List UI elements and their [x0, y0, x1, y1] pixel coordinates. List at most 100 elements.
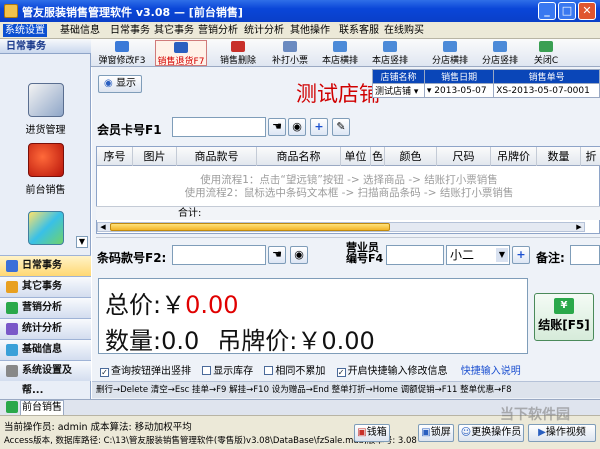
usage-hint-2: 使用流程2：鼠标选中条码文本框 -> 扫描商品条码 -> 结账打小票销售 [184, 187, 514, 199]
cash-drawer-button[interactable]: ▣钱箱 [354, 424, 390, 442]
minimize-button[interactable]: _ [538, 2, 556, 20]
store-vertical-button[interactable]: 本店竖排 [367, 40, 413, 66]
sales-date-field[interactable]: ▾ 2013-05-07 [423, 83, 495, 98]
scroll-down-icon[interactable]: ▼ [76, 236, 88, 248]
tab-icon [6, 401, 18, 413]
horizontal-scrollbar[interactable]: ◀ ▶ [97, 222, 585, 232]
nav-daily-affairs[interactable]: 日常事务 [0, 255, 91, 276]
store-icon [383, 41, 397, 52]
salesperson-label: 营业员 编号F4 [346, 241, 384, 265]
store-icon [333, 41, 347, 52]
totals-panel: 总价:￥0.00 数量:0.0 吊牌价:￥0.00 [98, 278, 528, 355]
add-icon[interactable]: + [310, 118, 328, 136]
show-button[interactable]: ◉ 显示 [98, 75, 142, 93]
reprint-receipt-button[interactable]: 补打小票 [267, 40, 313, 66]
store-name-header: 店铺名称 [372, 69, 425, 84]
menu-buy-online[interactable]: 在线购买 [382, 24, 426, 37]
menu-other-ops[interactable]: 其他操作 [288, 24, 332, 37]
scroll-thumb[interactable] [110, 223, 390, 231]
cash-icon: ¥ [554, 298, 574, 314]
option-no-accumulate[interactable]: 相同不累加 [264, 366, 325, 377]
checkbox-icon [264, 366, 274, 375]
operation-video-button[interactable]: ▶操作视频 [528, 424, 596, 442]
binoculars-icon: ◉ [104, 78, 116, 89]
shortcuts-bar: 删行→Delete 清空→Esc 挂单→F9 解挂→F10 设为赠品→End 整… [92, 381, 600, 398]
sales-no-header: 销售单号 [493, 69, 600, 84]
branch-horizontal-button[interactable]: 分店横排 [427, 40, 473, 66]
nav-other-affairs[interactable]: 其它事务 [0, 276, 91, 297]
boxes-icon [27, 211, 64, 245]
tag-price-value: ￥0.00 [297, 327, 375, 355]
video-icon: ▶ [538, 427, 546, 438]
menu-daily-affairs[interactable]: 日常事务 [108, 24, 152, 37]
options-row: 查询按钮弹出竖排 显示库存 相同不累加 开启快捷输入修改信息 快捷输入说明 [100, 362, 521, 377]
front-sales-label: 前台销售 [25, 185, 66, 196]
return-icon [174, 42, 188, 53]
lock-icon: ▣ [421, 427, 431, 438]
app-icon [4, 4, 18, 18]
edit-icon[interactable]: ✎ [332, 118, 350, 136]
store-name-select[interactable]: 测试店铺 ▾ [372, 83, 425, 98]
status-line-1: 当前操作员: admin 成本算法: 移动加权平均 [4, 422, 192, 433]
sales-return-button[interactable]: 销售退货F7 [155, 40, 207, 67]
nav-basic-info[interactable]: 基础信息 [0, 339, 91, 360]
menu-stats-analysis[interactable]: 统计分析 [242, 24, 286, 37]
checkbox-icon [100, 368, 109, 377]
col-quantity: 数量 [537, 147, 581, 166]
option-show-stock[interactable]: 显示库存 [202, 366, 253, 377]
maximize-button[interactable]: □ [558, 2, 576, 20]
barcode-input[interactable] [172, 245, 266, 265]
remark-input[interactable] [570, 245, 600, 265]
menu-contact-support[interactable]: 联系客服 [337, 24, 381, 37]
menu-basic-info[interactable]: 基础信息 [58, 24, 102, 37]
lock-screen-button[interactable]: ▣锁屏 [418, 424, 454, 442]
salesperson-select[interactable]: 小二 ▼ [446, 245, 510, 265]
remark-label: 备注: [536, 251, 565, 265]
add-salesperson-icon[interactable]: + [512, 246, 530, 264]
qty-value: 0.0 [161, 327, 200, 355]
option-popup-vertical[interactable]: 查询按钮弹出竖排 [100, 366, 191, 377]
branch-icon [443, 41, 457, 52]
store-horizontal-button[interactable]: 本店横排 [317, 40, 363, 66]
col-unit: 单位 [341, 147, 371, 166]
qty-line: 数量:0.0 吊牌价:￥0.00 [105, 327, 375, 355]
sales-no-field: XS-2013-05-07-0001 [493, 83, 600, 98]
menu-marketing-analysis[interactable]: 营销分析 [196, 24, 240, 37]
close-form-button[interactable]: 关闭C [529, 40, 563, 66]
menu-system-settings[interactable]: 系统设置 [3, 24, 47, 37]
scroll-left-icon[interactable]: ◀ [98, 223, 108, 231]
checkout-button[interactable]: ¥ 结账[F5] [534, 293, 594, 341]
tab-front-sales[interactable]: 前台销售 [20, 400, 64, 415]
sales-delete-button[interactable]: 销售删除 [215, 40, 261, 66]
pos-icon [27, 143, 64, 177]
total-price-line: 总价:￥0.00 [105, 291, 239, 319]
store-title: 测试店铺 [296, 82, 380, 106]
col-size: 尺码 [437, 147, 491, 166]
nav-system-settings-help[interactable]: 系统设置及帮... [0, 360, 91, 396]
quick-input-help-link[interactable]: 快捷输入说明 [461, 366, 521, 377]
salesperson-code-input[interactable] [386, 245, 444, 265]
member-card-input[interactable] [172, 117, 266, 137]
hand-pointer-icon[interactable]: ☚ [268, 246, 286, 264]
checkbox-icon [336, 368, 346, 377]
hand-pointer-icon[interactable]: ☚ [268, 118, 286, 136]
nav-marketing-analysis[interactable]: 营销分析 [0, 297, 91, 318]
menu-other-affairs[interactable]: 其它事务 [152, 24, 196, 37]
purchase-management-item[interactable]: 进货管理 [0, 83, 91, 136]
option-quick-input[interactable]: 开启快捷输入修改信息 [336, 366, 448, 377]
nav-stats-analysis[interactable]: 统计分析 [0, 318, 91, 339]
col-color-code: 色 [371, 147, 385, 166]
switch-operator-button[interactable]: ☺更换操作员 [458, 424, 524, 442]
left-panel-header: 日常事务 [0, 39, 91, 54]
total-label: 合计: [178, 208, 202, 219]
daily-affairs-icon [6, 260, 18, 272]
purchase-label: 进货管理 [25, 125, 66, 136]
branch-vertical-button[interactable]: 分店竖排 [477, 40, 523, 66]
binoculars-icon[interactable]: ◉ [290, 246, 308, 264]
col-index: 序号 [97, 147, 133, 166]
scroll-right-icon[interactable]: ▶ [574, 223, 584, 231]
front-sales-item[interactable]: 前台销售 [0, 143, 91, 196]
close-button[interactable]: ✕ [578, 2, 596, 20]
popup-edit-button[interactable]: 弹窗修改F3 [97, 40, 147, 66]
binoculars-icon[interactable]: ◉ [288, 118, 306, 136]
